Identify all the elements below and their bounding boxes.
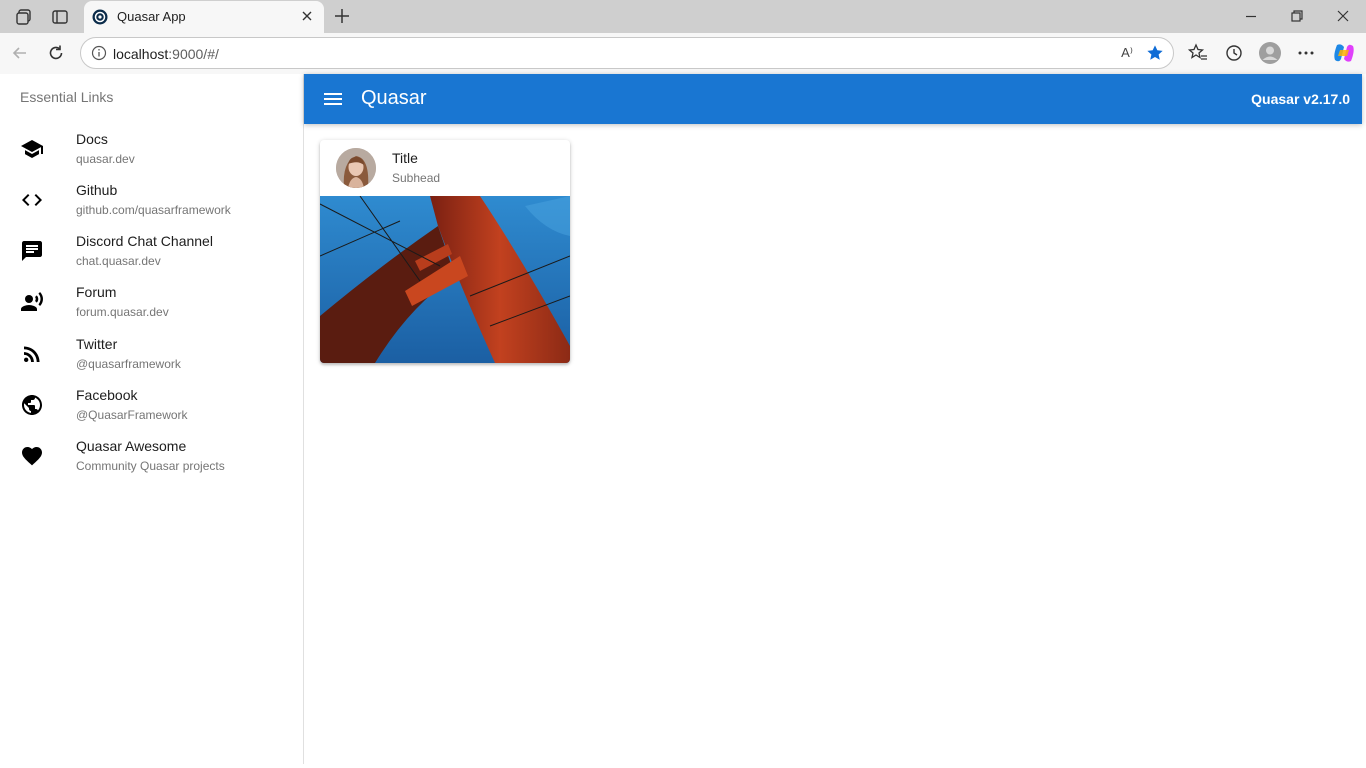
link-caption: chat.quasar.dev bbox=[76, 254, 161, 268]
profile-card: Title Subhead bbox=[320, 140, 570, 363]
link-title: Docs bbox=[76, 131, 108, 147]
link-discord[interactable]: Discord Chat Channel chat.quasar.dev bbox=[4, 225, 303, 276]
quasar-favicon-icon bbox=[92, 9, 108, 25]
app-header: Quasar Quasar v2.17.0 bbox=[304, 74, 1362, 124]
favorite-icon bbox=[22, 447, 42, 466]
url-text: localhost:9000/#/ bbox=[113, 46, 219, 62]
card-subhead: Subhead bbox=[392, 171, 441, 185]
link-title: Discord Chat Channel bbox=[76, 233, 213, 249]
link-github[interactable]: Github github.com/quasarframework bbox=[4, 174, 303, 225]
browser-tab-bar: Quasar App bbox=[0, 0, 1366, 33]
link-title: Facebook bbox=[76, 387, 138, 403]
card-title: Title bbox=[392, 150, 418, 166]
link-caption: @quasarframework bbox=[76, 357, 181, 371]
version-label: Quasar v2.17.0 bbox=[1251, 91, 1350, 107]
link-caption: Community Quasar projects bbox=[76, 459, 225, 473]
bridge-photo bbox=[320, 196, 570, 363]
restore-icon[interactable] bbox=[1289, 8, 1305, 24]
link-title: Twitter bbox=[76, 336, 118, 352]
tab-title: Quasar App bbox=[117, 9, 186, 24]
chat-icon bbox=[22, 241, 42, 261]
favorite-star-icon[interactable] bbox=[1146, 44, 1164, 62]
link-quasar-awesome[interactable]: Quasar Awesome Community Quasar projects bbox=[4, 430, 303, 481]
close-window-icon[interactable] bbox=[1335, 8, 1351, 24]
link-forum[interactable]: Forum forum.quasar.dev bbox=[4, 276, 303, 327]
refresh-icon[interactable] bbox=[46, 43, 66, 63]
drawer-header: Essential Links bbox=[20, 89, 114, 105]
link-title: Forum bbox=[76, 284, 117, 300]
address-bar[interactable]: localhost:9000/#/ A⁾ bbox=[80, 37, 1174, 69]
link-caption: @QuasarFramework bbox=[76, 408, 188, 422]
tab-quasar-app[interactable]: Quasar App bbox=[84, 1, 324, 33]
workspaces-icon[interactable] bbox=[14, 7, 34, 27]
favorites-icon[interactable] bbox=[1188, 43, 1208, 63]
read-aloud-icon[interactable]: A⁾ bbox=[1121, 45, 1133, 61]
link-caption: forum.quasar.dev bbox=[76, 305, 169, 319]
avatar bbox=[336, 148, 376, 188]
more-options-icon[interactable] bbox=[1296, 43, 1316, 63]
school-icon bbox=[21, 140, 43, 158]
link-caption: github.com/quasarframework bbox=[76, 203, 231, 217]
browser-toolbar: localhost:9000/#/ A⁾ bbox=[0, 33, 1366, 74]
menu-icon[interactable] bbox=[321, 87, 345, 111]
public-icon bbox=[22, 395, 42, 415]
site-info-icon[interactable] bbox=[91, 45, 107, 61]
url-path: :9000/#/ bbox=[168, 46, 219, 62]
history-icon[interactable] bbox=[1224, 43, 1244, 63]
minimize-icon[interactable] bbox=[1243, 8, 1259, 24]
profile-avatar-icon[interactable] bbox=[1259, 42, 1281, 64]
record-voice-icon bbox=[21, 292, 43, 311]
link-caption: quasar.dev bbox=[76, 152, 135, 166]
app-title: Quasar bbox=[361, 87, 427, 109]
link-title: Github bbox=[76, 182, 118, 198]
link-title: Quasar Awesome bbox=[76, 438, 187, 454]
link-twitter[interactable]: Twitter @quasarframework bbox=[4, 328, 303, 379]
link-facebook[interactable]: Facebook @QuasarFramework bbox=[4, 379, 303, 430]
link-docs[interactable]: Docs quasar.dev bbox=[4, 123, 303, 174]
back-icon[interactable] bbox=[10, 43, 30, 63]
url-host: localhost bbox=[113, 46, 169, 62]
new-tab-icon[interactable] bbox=[332, 6, 352, 26]
rss-feed-icon bbox=[24, 346, 40, 362]
copilot-icon[interactable] bbox=[1332, 41, 1356, 65]
close-tab-icon[interactable] bbox=[299, 8, 315, 24]
left-drawer: Essential Links Docs quasar.dev Github g… bbox=[4, 74, 304, 764]
tab-actions-icon[interactable] bbox=[50, 7, 70, 27]
code-icon bbox=[22, 194, 42, 206]
quasar-app: Essential Links Docs quasar.dev Github g… bbox=[4, 74, 1362, 764]
